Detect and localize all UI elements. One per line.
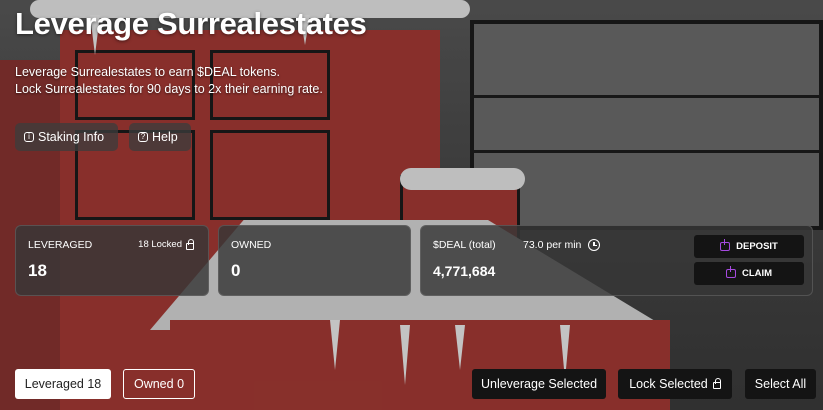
description-line-1: Leverage Surrealestates to earn $DEAL to… [15, 65, 280, 79]
description-line-2: Lock Surrealestates for 90 days to 2x th… [15, 82, 323, 96]
lock-icon [186, 238, 194, 250]
owned-card: OWNED 0 [218, 225, 411, 296]
claim-label: CLAIM [741, 268, 773, 279]
deal-card: $DEAL (total) 73.0 per min 4,771,684 DEP… [420, 225, 813, 296]
earning-rate-text: 73.0 per min [523, 239, 582, 251]
help-icon: ? [138, 132, 148, 142]
leveraged-label: LEVERAGED [28, 239, 93, 251]
page-title: Leverage Surrealestates [15, 6, 367, 41]
deposit-icon [720, 239, 731, 251]
leveraged-value: 18 [28, 261, 47, 280]
deposit-button[interactable]: DEPOSIT [694, 235, 804, 258]
owned-value: 0 [231, 261, 241, 280]
lock-selected-button[interactable]: Lock Selected [618, 369, 732, 399]
deal-label: $DEAL (total) [433, 239, 496, 251]
page-description: Leverage Surrealestates to earn $DEAL to… [15, 64, 323, 98]
leveraged-card: LEVERAGED 18 Locked 18 [15, 225, 209, 296]
claim-button[interactable]: CLAIM [694, 262, 804, 285]
claim-icon [725, 266, 736, 278]
locked-count-text: 18 Locked [138, 239, 182, 250]
deposit-label: DEPOSIT [736, 241, 778, 252]
help-label: Help [152, 130, 178, 144]
staking-info-label: Staking Info [38, 130, 105, 144]
lock-selected-label: Lock Selected [629, 377, 708, 391]
help-button[interactable]: ? Help [129, 123, 191, 151]
locked-count: 18 Locked [138, 238, 194, 250]
staking-info-button[interactable]: i Staking Info [15, 123, 118, 151]
clock-icon [588, 239, 601, 251]
owned-label: OWNED [231, 239, 272, 251]
lock-icon [712, 378, 721, 389]
select-all-button[interactable]: Select All [745, 369, 816, 399]
tab-leveraged[interactable]: Leveraged 18 [15, 369, 111, 399]
tab-owned[interactable]: Owned 0 [123, 369, 195, 399]
unleverage-selected-button[interactable]: Unleverage Selected [472, 369, 606, 399]
deal-value: 4,771,684 [433, 263, 496, 279]
info-icon: i [24, 132, 34, 142]
earning-rate: 73.0 per min [523, 239, 601, 251]
